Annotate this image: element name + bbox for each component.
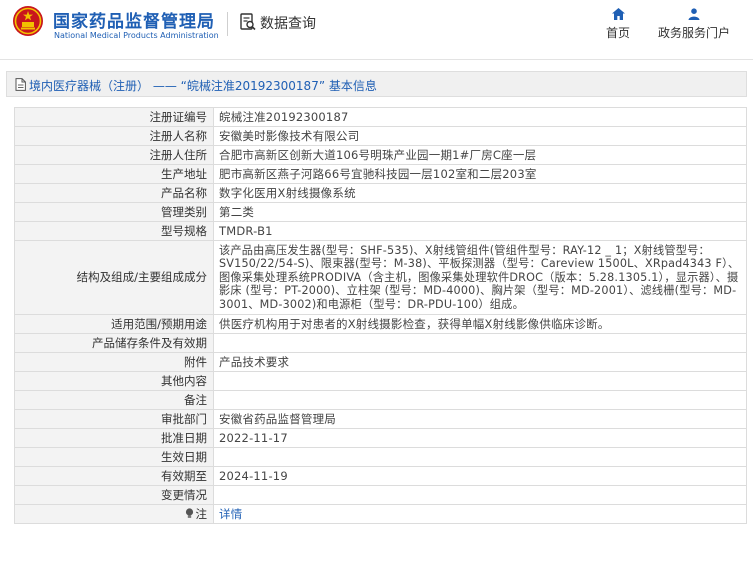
table-row: 管理类别 第二类 bbox=[14, 202, 747, 222]
registration-info-table: 注册证编号 皖械注准20192300187 注册人名称 安徽美时影像技术有限公司 注… bbox=[14, 107, 747, 524]
table-row: 附件 产品技术要求 bbox=[14, 352, 747, 372]
data-query-label[interactable]: 数据查询 bbox=[260, 13, 316, 33]
user-icon bbox=[688, 8, 700, 20]
field-value bbox=[213, 447, 747, 467]
field-value bbox=[213, 333, 747, 353]
field-value: 供医疗机构用于对患者的X射线摄影检查，获得单幅X射线影像供临床诊断。 bbox=[213, 314, 747, 334]
site-header: 国家药品监督管理局 National Medical Products Admi… bbox=[0, 0, 753, 60]
table-row: 注册证编号 皖械注准20192300187 bbox=[14, 107, 747, 127]
field-label: 管理类别 bbox=[14, 202, 214, 222]
field-value: 2022-11-17 bbox=[213, 428, 747, 448]
table-row: 变更情况 bbox=[14, 485, 747, 505]
field-value: 肥市高新区燕子河路66号宜驰科技园一层102室和二层203室 bbox=[213, 164, 747, 184]
table-row: 注册人住所 合肥市高新区创新大道106号明珠产业园一期1#厂房C座一层 bbox=[14, 145, 747, 165]
field-label: 产品储存条件及有效期 bbox=[14, 333, 214, 353]
table-row-note: 注 详情 bbox=[14, 504, 747, 524]
field-label: 附件 bbox=[14, 352, 214, 372]
header-divider bbox=[227, 12, 228, 36]
field-label: 变更情况 bbox=[14, 485, 214, 505]
field-label: 批准日期 bbox=[14, 428, 214, 448]
field-value: 产品技术要求 bbox=[213, 352, 747, 372]
table-row: 产品储存条件及有效期 bbox=[14, 333, 747, 353]
field-label: 注册证编号 bbox=[14, 107, 214, 127]
lightbulb-icon bbox=[185, 507, 193, 518]
field-label: 备注 bbox=[14, 390, 214, 410]
brand-name-en: National Medical Products Administration bbox=[54, 31, 219, 40]
field-value: 合肥市高新区创新大道106号明珠产业园一期1#厂房C座一层 bbox=[213, 145, 747, 165]
field-value: 数字化医用X射线摄像系统 bbox=[213, 183, 747, 203]
field-label: 适用范围/预期用途 bbox=[14, 314, 214, 334]
field-label: 注册人名称 bbox=[14, 126, 214, 146]
field-label: 产品名称 bbox=[14, 183, 214, 203]
field-value: 安徽美时影像技术有限公司 bbox=[213, 126, 747, 146]
field-value: 第二类 bbox=[213, 202, 747, 222]
details-link[interactable]: 详情 bbox=[219, 507, 242, 521]
nav-portal-label: 政务服务门户 bbox=[657, 26, 730, 40]
table-row: 生效日期 bbox=[14, 447, 747, 467]
field-label: 结构及组成/主要组成成分 bbox=[14, 240, 214, 315]
data-query-icon bbox=[240, 13, 256, 31]
field-label: 生效日期 bbox=[14, 447, 214, 467]
record-title-bar: 境内医疗器械（注册） —— “皖械注准20192300187” 基本信息 bbox=[6, 71, 747, 97]
field-label: 注册人住所 bbox=[14, 145, 214, 165]
table-row: 适用范围/预期用途 供医疗机构用于对患者的X射线摄影检查，获得单幅X射线影像供临床… bbox=[14, 314, 747, 334]
note-value-cell: 详情 bbox=[213, 504, 747, 524]
table-row: 结构及组成/主要组成成分 该产品由高压发生器(型号：SHF-535)、X射线管组件… bbox=[14, 240, 747, 315]
field-label: 生产地址 bbox=[14, 164, 214, 184]
table-row: 审批部门 安徽省药品监督管理局 bbox=[14, 409, 747, 429]
table-row: 生产地址 肥市高新区燕子河路66号宜驰科技园一层102室和二层203室 bbox=[14, 164, 747, 184]
nav-home-label: 首页 bbox=[605, 26, 630, 40]
note-label-cell: 注 bbox=[14, 504, 214, 524]
field-value bbox=[213, 485, 747, 505]
field-value: 安徽省药品监督管理局 bbox=[213, 409, 747, 429]
field-label: 其他内容 bbox=[14, 371, 214, 391]
field-value: 2024-11-19 bbox=[213, 466, 747, 486]
field-label: 有效期至 bbox=[14, 466, 214, 486]
field-value: TMDR-B1 bbox=[213, 221, 747, 241]
table-row: 备注 bbox=[14, 390, 747, 410]
field-value bbox=[213, 371, 747, 391]
home-icon bbox=[611, 8, 625, 20]
table-row: 其他内容 bbox=[14, 371, 747, 391]
national-emblem-icon bbox=[13, 6, 43, 36]
field-label: 审批部门 bbox=[14, 409, 214, 429]
brand-name-cn: 国家药品监督管理局 bbox=[53, 12, 215, 32]
note-label: 注 bbox=[195, 506, 208, 521]
nav-home[interactable]: 首页 bbox=[602, 8, 634, 41]
document-icon bbox=[15, 78, 26, 91]
table-row: 批准日期 2022-11-17 bbox=[14, 428, 747, 448]
record-title: 境内医疗器械（注册） —— “皖械注准20192300187” 基本信息 bbox=[29, 79, 377, 93]
table-row: 产品名称 数字化医用X射线摄像系统 bbox=[14, 183, 747, 203]
nav-service-portal[interactable]: 政务服务门户 bbox=[652, 8, 736, 41]
table-row: 注册人名称 安徽美时影像技术有限公司 bbox=[14, 126, 747, 146]
field-value bbox=[213, 390, 747, 410]
table-row: 有效期至 2024-11-19 bbox=[14, 466, 747, 486]
field-value: 该产品由高压发生器(型号：SHF-535)、X射线管组件(管组件型号：RAY-1… bbox=[213, 240, 747, 315]
field-value: 皖械注准20192300187 bbox=[213, 107, 747, 127]
field-label: 型号规格 bbox=[14, 221, 214, 241]
table-row: 型号规格 TMDR-B1 bbox=[14, 221, 747, 241]
